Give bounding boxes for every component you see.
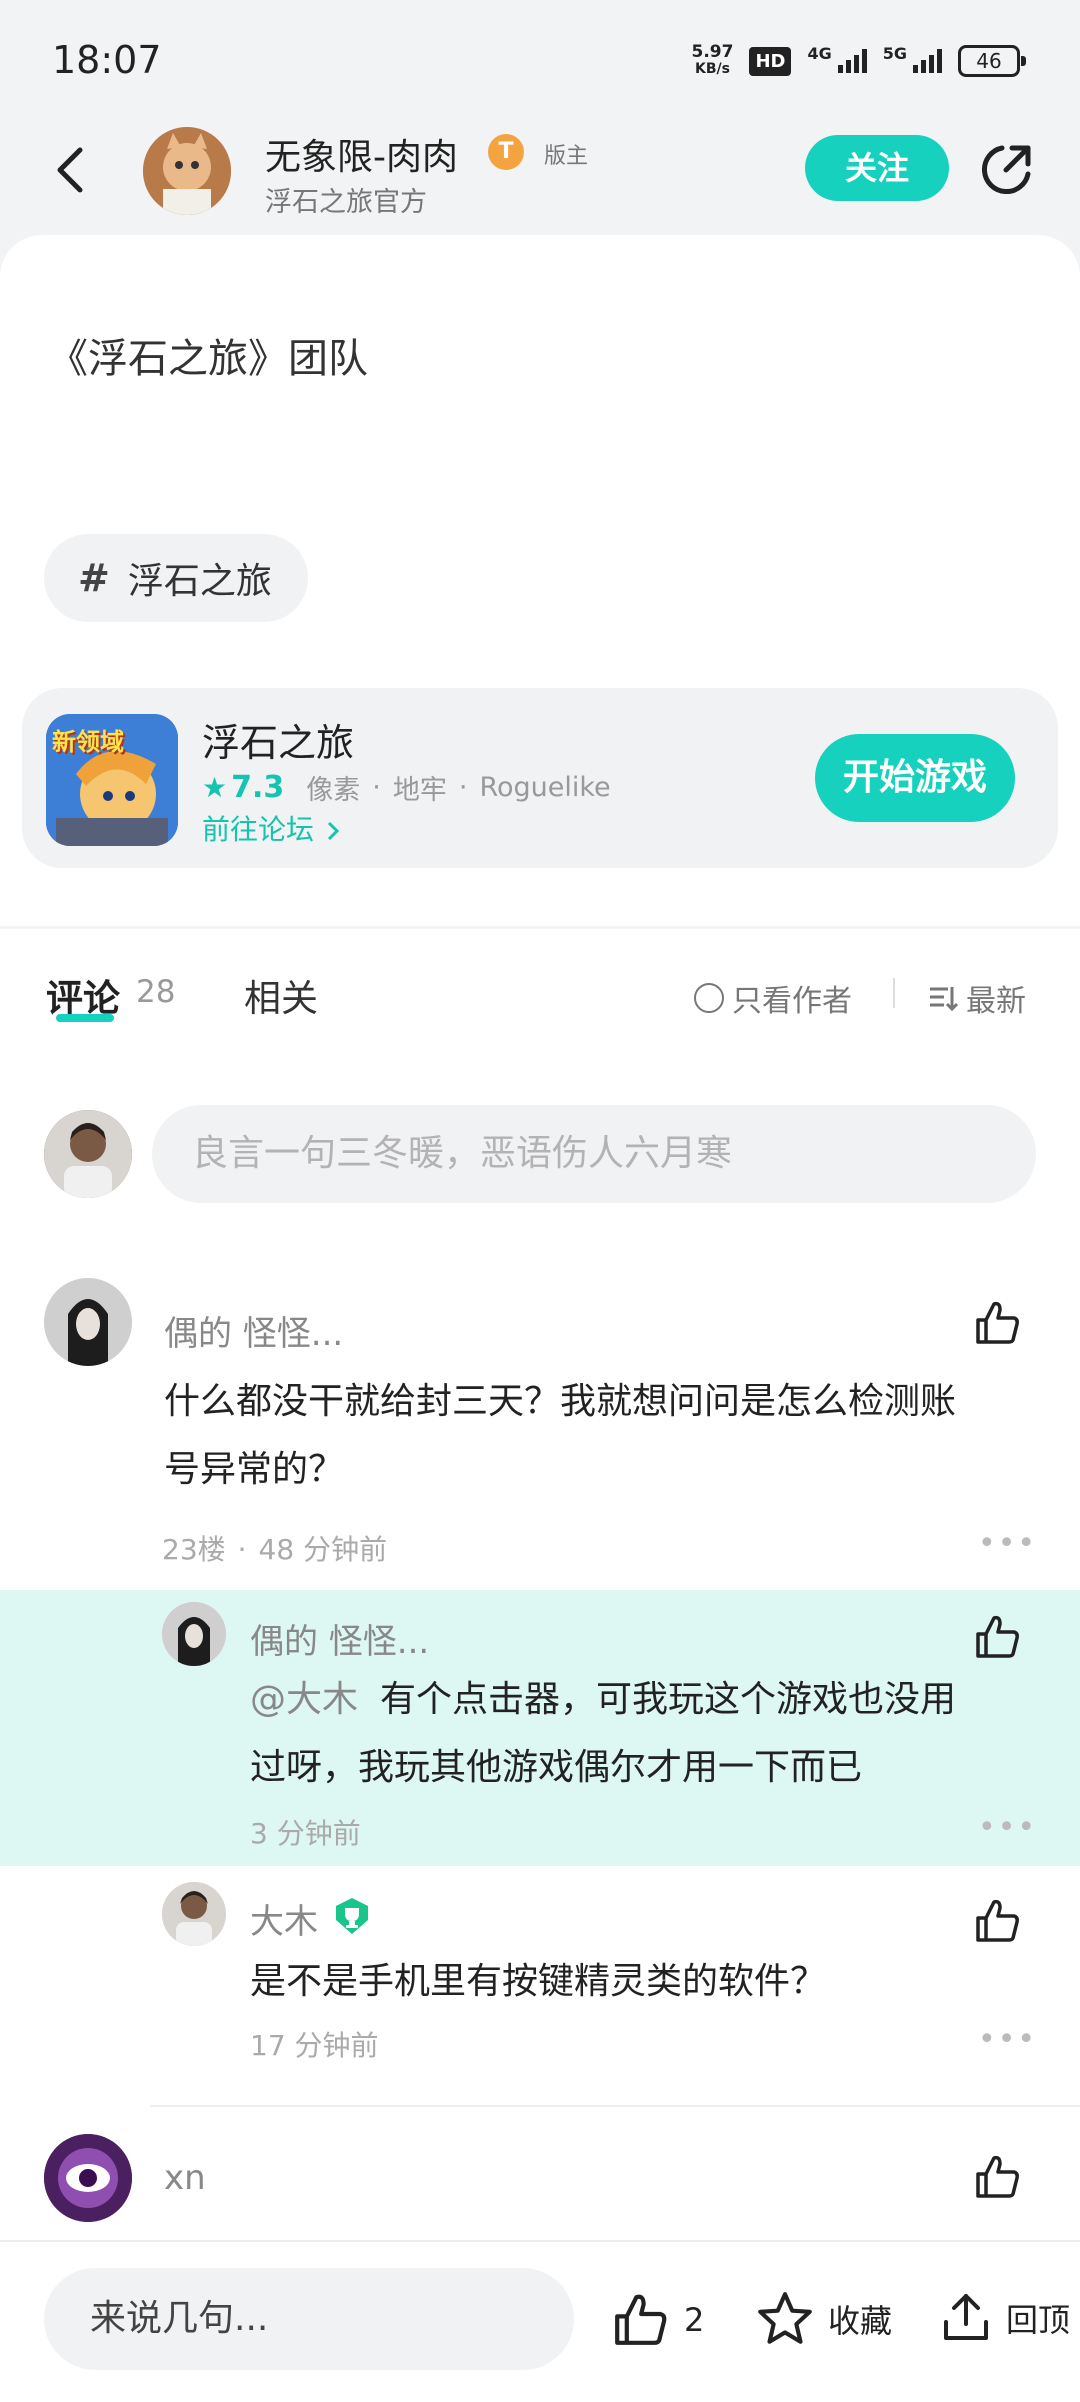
game-title[interactable]: 浮石之旅 (202, 712, 354, 767)
network-type-4g: 4G (807, 44, 832, 63)
signal-icon (837, 49, 867, 73)
signal-icon-2 (913, 49, 942, 73)
reply-time: 17 分钟前 (250, 2029, 379, 2062)
game-rating: 7.3 (231, 770, 285, 805)
mention[interactable]: @大木 (250, 1679, 358, 1720)
status-icons: 5.97 KB/s HD 4G 5G 46 (691, 42, 1026, 78)
favorite-button[interactable]: 收藏 (754, 2288, 892, 2350)
share-icon (981, 145, 1031, 195)
level-badge: T (488, 134, 524, 170)
battery-icon: 46 (958, 45, 1026, 77)
like-icon[interactable] (972, 1612, 1022, 1662)
like-icon[interactable] (972, 2152, 1022, 2202)
arrow-up-icon (944, 2294, 988, 2340)
commenter-avatar[interactable] (44, 2134, 132, 2222)
comment-input[interactable]: 良言一句三冬暖，恶语伤人六月寒 (152, 1105, 1036, 1203)
sort-button[interactable]: 最新 (928, 976, 1026, 1020)
comment-meta: 23楼 · 48 分钟前 (162, 1533, 388, 1566)
game-icon-label: 新领域 (52, 728, 124, 756)
reply-text: 是不是手机里有按键精灵类的软件？ (250, 1961, 827, 2002)
bottom-comment-input[interactable]: 来说几句... (44, 2268, 574, 2370)
game-tag: 地牢 (392, 775, 447, 806)
status-time: 18:07 (52, 38, 162, 82)
thumbs-up-icon (615, 2294, 667, 2345)
commenter-name[interactable]: xn (164, 2158, 206, 2198)
like-icon[interactable] (972, 1298, 1022, 1348)
topic-tag-label: 浮石之旅 (127, 561, 272, 602)
like-button[interactable]: 2 (610, 2290, 704, 2350)
reply-text: @大木 有个点击器，可我玩这个游戏也没用 过呀，我玩其他游戏偶尔才用一下而已 (250, 1679, 957, 1788)
back-to-top-button[interactable]: 回顶 (938, 2288, 1070, 2348)
tab-active-indicator (56, 1014, 114, 1022)
game-tag: 像素 (306, 775, 361, 806)
reply-avatar[interactable] (162, 1602, 226, 1666)
tab-related[interactable]: 相关 (244, 968, 318, 1022)
reply-time: 3 分钟前 (250, 1817, 361, 1850)
goto-forum-link[interactable]: 前往论坛 (202, 808, 343, 848)
commenter-name[interactable]: 偶的 怪怪... (164, 1306, 343, 1355)
more-icon[interactable]: ••• (978, 2022, 1037, 2057)
tag-separator: · (458, 772, 468, 803)
divider (893, 978, 895, 1008)
author-subtitle: 浮石之旅官方 (265, 187, 427, 218)
commenter-avatar[interactable] (44, 1278, 132, 1366)
comment-text: 什么都没干就给封三天？我就想问问是怎么检测账 号异常的？ (164, 1381, 957, 1490)
back-arrow-icon (57, 147, 83, 193)
trophy-badge-icon (332, 1896, 372, 1936)
divider (150, 2105, 1080, 2107)
start-game-button[interactable]: 开始游戏 (815, 734, 1015, 822)
reply-name[interactable]: 偶的 怪怪... (250, 1614, 429, 1663)
radio-icon (694, 983, 724, 1013)
topic-tag[interactable]: # 浮石之旅 (44, 534, 308, 622)
star-outline-icon (758, 2292, 812, 2344)
follow-button[interactable]: 关注 (805, 135, 949, 201)
like-icon[interactable] (972, 1896, 1022, 1946)
sort-icon (930, 987, 958, 1012)
post-text: 《浮石之旅》团队 (48, 336, 368, 382)
hd-icon: HD (749, 46, 792, 76)
network-type-5g: 5G (882, 44, 907, 63)
divider (0, 926, 1080, 929)
more-icon[interactable]: ••• (978, 1526, 1037, 1561)
star-icon: ★ (202, 771, 228, 804)
tag-separator: · (372, 772, 381, 803)
comments-count: 28 (136, 974, 176, 1010)
author-avatar[interactable] (143, 127, 231, 215)
game-tag: Roguelike (479, 772, 611, 803)
author-name[interactable]: 无象限-肉肉 (265, 128, 458, 180)
hashtag-icon: # (78, 556, 110, 600)
reply-name[interactable]: 大木 (250, 1894, 318, 1943)
like-count: 2 (684, 2301, 705, 2339)
network-speed: 5.97 KB/s (691, 42, 734, 78)
back-button[interactable] (50, 140, 90, 200)
game-info-row: ★ 7.3 像素 · 地牢 · Roguelike (202, 768, 611, 807)
reply-avatar[interactable] (162, 1882, 226, 1946)
share-button[interactable] (976, 140, 1036, 200)
author-only-toggle[interactable]: 只看作者 (694, 976, 852, 1020)
more-icon[interactable]: ••• (978, 1810, 1037, 1845)
my-avatar (44, 1110, 132, 1198)
moderator-tag: 版主 (544, 144, 589, 169)
chevron-right-icon (327, 821, 340, 841)
game-icon[interactable]: 新领域 (46, 714, 178, 846)
